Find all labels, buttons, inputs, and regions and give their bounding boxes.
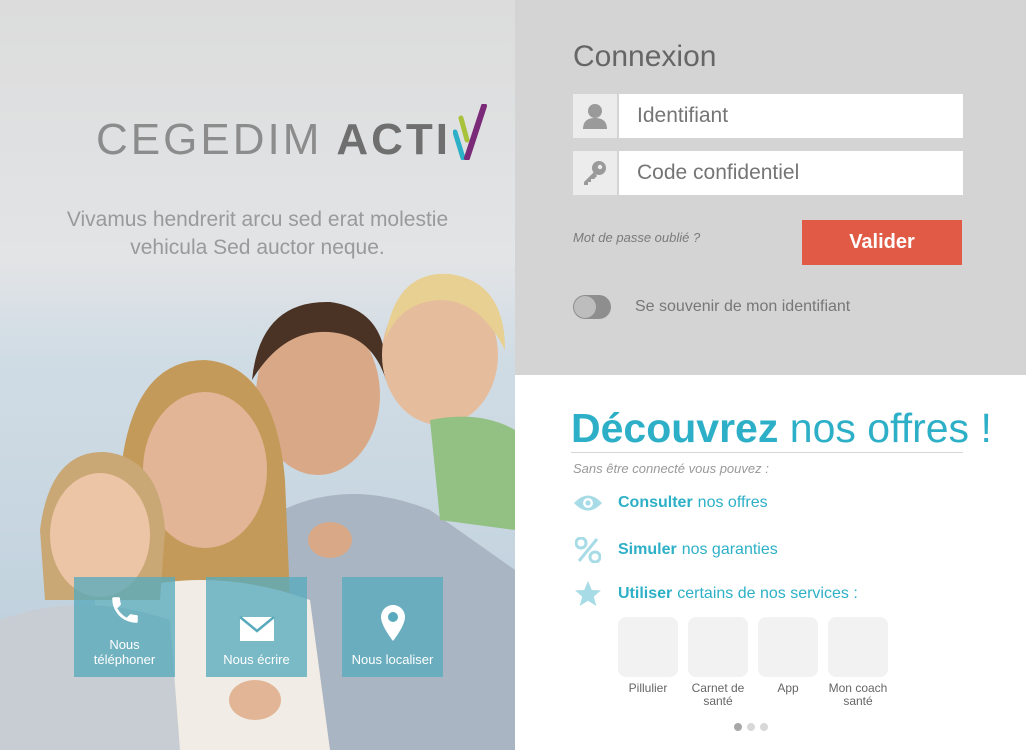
submit-button[interactable]: Valider	[802, 220, 962, 265]
carousel-dot-1[interactable]	[734, 723, 742, 731]
call-us-label-line-1: Nous	[109, 637, 140, 652]
write-us-button[interactable]: Nous écrire	[206, 577, 307, 677]
family-photo	[0, 270, 515, 750]
brand-logo: CEGEDIM ACTI	[96, 104, 488, 164]
offers-title-bold: Découvrez	[571, 405, 779, 451]
offer-use-rest: certains de nos services :	[677, 584, 858, 602]
toggle-knob	[574, 296, 596, 318]
call-us-label-line-2: téléphoner	[93, 652, 156, 667]
locate-us-button[interactable]: Nous localiser	[342, 577, 443, 677]
login-title: Connexion	[573, 40, 717, 73]
brand-word-cegedim: CEGEDIM	[96, 115, 323, 164]
locate-us-label: Nous localiser	[351, 652, 434, 667]
offers-divider	[571, 452, 963, 453]
offers-title-rest: nos offres !	[778, 405, 992, 451]
offer-consult-bold: Consulter	[618, 494, 693, 511]
offers-panel: Découvrez nos offres ! Sans être connect…	[515, 375, 1026, 750]
service-tile-carnet[interactable]	[688, 617, 748, 677]
carousel-dot-3[interactable]	[760, 723, 768, 731]
service-label-app-line-1: App	[777, 681, 799, 695]
service-tile-coach[interactable]	[828, 617, 888, 677]
username-field	[573, 94, 963, 138]
brand-panel: CEGEDIM ACTI Vivamus hendrerit arcu sed …	[0, 0, 515, 750]
offer-simulate-rest: nos garanties	[681, 541, 778, 558]
eye-icon	[573, 494, 603, 512]
service-label-pillulier: Pillulier	[608, 682, 688, 695]
remember-label: Se souvenir de mon identifiant	[635, 298, 851, 315]
offers-title: Découvrez nos offres !	[571, 405, 992, 451]
carousel-pagination	[734, 723, 768, 731]
location-pin-icon	[380, 605, 405, 641]
offer-consult-rest: nos offres	[697, 494, 768, 511]
tagline-line-1: Vivamus hendrerit arcu sed erat molestie	[66, 208, 449, 231]
service-label-pillulier-line-1: Pillulier	[628, 681, 668, 695]
star-icon	[573, 580, 603, 607]
service-label-carnet: Carnet de santé	[678, 682, 758, 708]
phone-icon	[111, 597, 138, 623]
offer-simulate-bold: Simuler	[618, 541, 677, 558]
password-field	[573, 151, 963, 195]
carousel-dot-2[interactable]	[747, 723, 755, 731]
envelope-icon	[238, 616, 275, 641]
write-us-label: Nous écrire	[223, 652, 290, 667]
offer-simulate[interactable]: Simuler nos garanties	[573, 537, 778, 563]
offer-use-services[interactable]: Utiliser certains de nos services :	[573, 580, 858, 607]
key-icon	[573, 151, 617, 195]
service-label-app: App	[748, 682, 828, 695]
brand-v-mark-icon	[453, 104, 488, 160]
service-label-coach-line-2: santé	[843, 694, 873, 708]
offers-subtitle: Sans être connecté vous pouvez :	[573, 461, 769, 476]
offer-consult[interactable]: Consulter nos offres	[573, 494, 768, 512]
user-icon	[573, 94, 617, 138]
brand-word-acti: ACTI	[336, 115, 452, 164]
forgot-password-link[interactable]: Mot de passe oublié ?	[573, 230, 700, 245]
username-input[interactable]	[619, 94, 963, 138]
service-label-coach: Mon coach santé	[818, 682, 898, 708]
service-tile-app[interactable]	[758, 617, 818, 677]
login-panel: Connexion Mot de passe oublié ? Valider …	[515, 0, 1026, 375]
remember-toggle[interactable]	[573, 295, 611, 319]
tagline-line-2: vehicula Sed auctor neque.	[130, 236, 385, 259]
password-input[interactable]	[619, 151, 963, 195]
call-us-button[interactable]: Nous téléphoner	[74, 577, 175, 677]
offer-use-bold: Utiliser	[618, 584, 673, 602]
percent-icon	[573, 537, 603, 563]
service-label-carnet-line-2: santé	[703, 694, 733, 708]
service-tile-pillulier[interactable]	[618, 617, 678, 677]
tagline: Vivamus hendrerit arcu sed erat molestie…	[0, 206, 515, 262]
